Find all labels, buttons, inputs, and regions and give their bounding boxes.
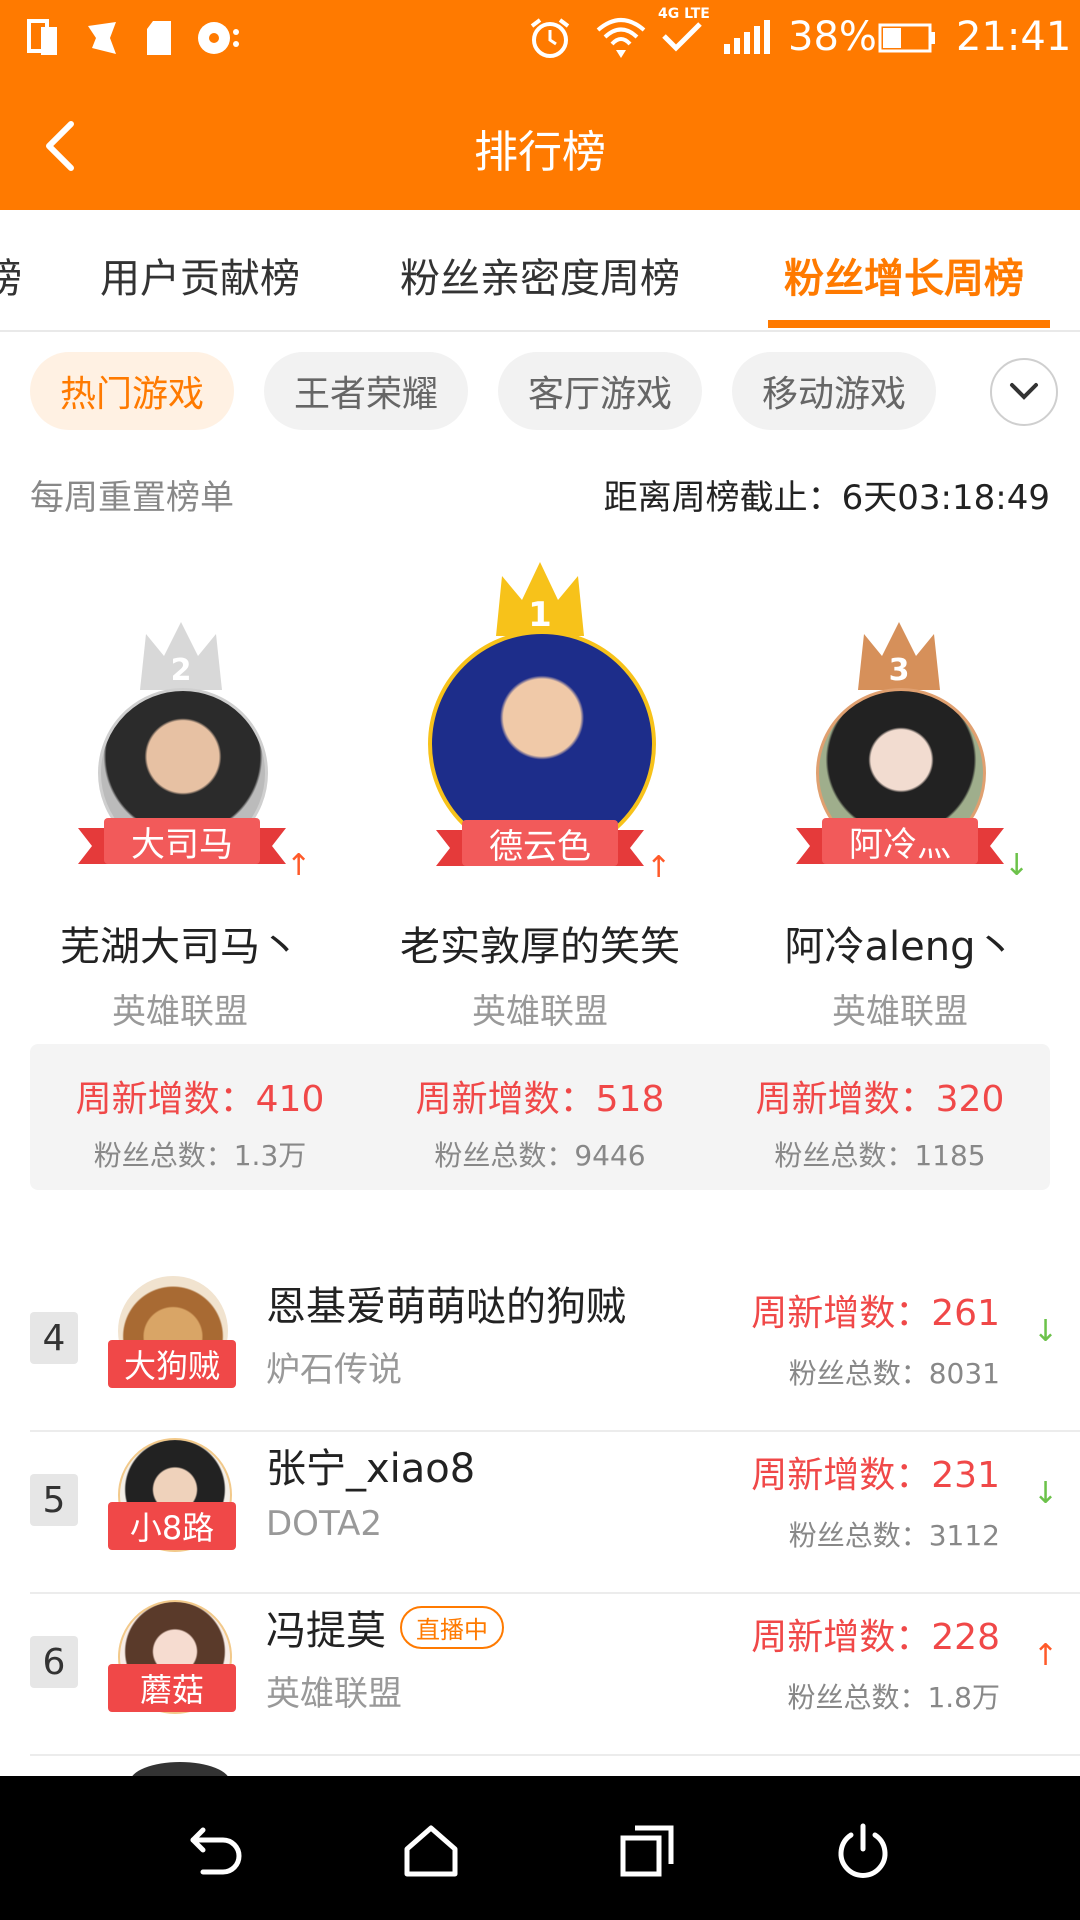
rank-number: 6 — [30, 1636, 78, 1688]
countdown: 距离周榜截止：6天03:18:49 — [604, 470, 1050, 519]
copy-icon — [26, 16, 60, 60]
streamer-tag: 德云色 — [436, 814, 644, 872]
home-icon — [404, 1825, 458, 1877]
game-name: 英雄联盟 — [472, 992, 608, 1032]
weekly-new-count: 周新增数：518 — [415, 1079, 665, 1120]
fan-total: 粉丝总数：8031 — [788, 1357, 1000, 1390]
streamer-name: 恩基爱萌萌哒的狗贼 — [266, 1284, 626, 1330]
power-icon — [838, 1823, 888, 1878]
weekly-reset-note: 每周重置榜单 — [30, 478, 234, 518]
game-name: 炉石传说 — [266, 1350, 402, 1390]
network-indicator: 4G LTE — [656, 6, 716, 52]
live-badge: 直播中 — [400, 1605, 504, 1649]
fan-total: 粉丝总数：1.3万 — [93, 1139, 307, 1172]
streamer-name: 张宁_xiao8 — [266, 1446, 476, 1492]
fan-total: 粉丝总数：1185 — [774, 1139, 986, 1172]
app-header: 排行榜 — [0, 80, 1080, 210]
system-nav-bar — [0, 1776, 1080, 1920]
streamer-tag: 大狗贼 — [108, 1340, 236, 1388]
crown-bronze-icon: 3 — [858, 622, 940, 690]
battery-percent: 38% — [788, 14, 877, 60]
expand-categories-button[interactable] — [990, 358, 1058, 426]
svg-text:2: 2 — [171, 653, 192, 688]
list-item[interactable]: 6 蘑菇 冯提莫 直播中 英雄联盟 周新增数：228 粉丝总数：1.8万 ↑ — [30, 1592, 1080, 1756]
tab-fan-intimacy-weekly[interactable]: 粉丝亲密度周榜 — [400, 246, 680, 304]
tab-active-indicator — [768, 320, 1050, 328]
back-icon — [190, 1827, 242, 1875]
tab-bar: 榜 用户贡献榜 粉丝亲密度周榜 粉丝增长周榜 — [0, 210, 1080, 332]
signal-icon — [722, 16, 770, 60]
weekly-new-count: 周新增数：228 — [751, 1617, 1000, 1658]
weekly-new-count: 周新增数：410 — [75, 1079, 325, 1120]
streamer-tag: 阿冷灬 — [796, 812, 1004, 870]
list-item[interactable]: 4 大狗贼 恩基爱萌萌哒的狗贼 炉石传说 周新增数：261 粉丝总数：8031 … — [30, 1268, 1080, 1432]
sdcard-icon — [144, 16, 174, 60]
mascot-icon — [82, 16, 122, 60]
chip-honor-of-kings[interactable]: 王者荣耀 — [264, 352, 468, 430]
trend-up-icon: ↑ — [1032, 1638, 1058, 1673]
game-name: DOTA2 — [266, 1504, 382, 1544]
podium-stats: 周新增数：410 粉丝总数：1.3万 周新增数：518 粉丝总数：9446 周新… — [30, 1044, 1050, 1190]
nav-back-button[interactable] — [182, 1816, 252, 1886]
svg-text:3: 3 — [889, 653, 910, 688]
chip-living-room-games[interactable]: 客厅游戏 — [498, 352, 702, 430]
alarm-icon — [528, 16, 572, 60]
nav-power-button[interactable] — [828, 1816, 898, 1886]
tab-fan-growth-weekly[interactable]: 粉丝增长周榜 — [784, 246, 1024, 304]
chevron-down-icon — [1010, 383, 1038, 400]
recents-icon — [620, 1825, 674, 1877]
trend-down-icon: ↓ — [1004, 848, 1030, 883]
streamer-tag: 大司马 — [78, 812, 286, 870]
countdown-label: 距离周榜截止： — [603, 478, 842, 518]
fan-total: 粉丝总数：9446 — [434, 1139, 646, 1172]
trend-up-icon: ↑ — [286, 848, 312, 883]
streamer-name: 芜湖大司马丶 — [60, 924, 300, 970]
game-name: 英雄联盟 — [266, 1674, 402, 1714]
list-item[interactable]: 5 小8路 张宁_xiao8 DOTA2 周新增数：231 粉丝总数：3112 … — [30, 1430, 1080, 1594]
streamer-tag: 蘑菇 — [108, 1664, 236, 1712]
fan-total: 粉丝总数：1.8万 — [787, 1681, 1000, 1714]
weekly-new-count: 周新增数：320 — [755, 1079, 1005, 1120]
rank-number: 5 — [30, 1474, 78, 1526]
tab-user-contribution[interactable]: 用户贡献榜 — [100, 246, 300, 304]
svg-text:1: 1 — [528, 595, 552, 635]
trend-up-icon: ↑ — [646, 850, 672, 885]
battery-icon — [878, 16, 936, 60]
trend-down-icon: ↓ — [1032, 1476, 1058, 1511]
weekly-new-count: 周新增数：231 — [751, 1455, 1000, 1496]
disc-icon — [196, 16, 240, 60]
streamer-name-text: 冯提莫 — [266, 1608, 386, 1654]
crown-silver-icon: 2 — [140, 622, 222, 690]
nav-home-button[interactable] — [396, 1816, 466, 1886]
chip-hot-games[interactable]: 热门游戏 — [30, 352, 234, 430]
countdown-value: 6天03:18:49 — [841, 478, 1050, 518]
fan-total: 粉丝总数：3112 — [788, 1519, 1000, 1552]
chip-mobile-games[interactable]: 移动游戏 — [732, 352, 936, 430]
streamer-name: 冯提莫 直播中 — [266, 1598, 504, 1656]
wifi-icon — [596, 16, 646, 60]
weekly-new-count: 周新增数：261 — [751, 1293, 1000, 1334]
status-bar: 4G LTE 38% 21:41 — [0, 0, 1080, 80]
streamer-tag: 小8路 — [108, 1502, 236, 1550]
streamer-name: 老实敦厚的笑笑 — [400, 924, 680, 970]
game-name: 英雄联盟 — [832, 992, 968, 1032]
game-name: 英雄联盟 — [112, 992, 248, 1032]
clock: 21:41 — [956, 14, 1072, 60]
streamer-name: 阿冷aleng丶 — [784, 924, 1016, 970]
svg-text:4G LTE: 4G LTE — [658, 6, 710, 22]
rank-number: 4 — [30, 1312, 78, 1364]
trend-down-icon: ↓ — [1032, 1314, 1058, 1349]
page-title: 排行榜 — [474, 127, 606, 178]
nav-recents-button[interactable] — [612, 1816, 682, 1886]
tab-partial[interactable]: 榜 — [0, 246, 22, 304]
